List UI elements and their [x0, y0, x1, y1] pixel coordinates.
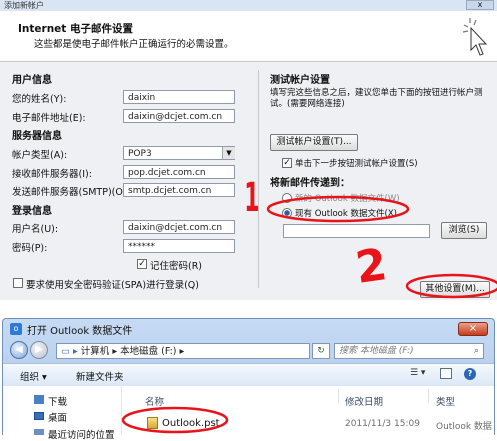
refresh-button[interactable]: ↻	[312, 343, 330, 359]
close-icon: ×	[468, 323, 478, 334]
column-date[interactable]: 修改日期	[345, 394, 383, 408]
recent-places-icon	[34, 429, 44, 435]
forward-button[interactable]: ▶	[30, 341, 48, 359]
back-button[interactable]: ◀	[10, 341, 28, 359]
view-options-icon[interactable]: ☰ ▾	[410, 368, 425, 378]
column-divider-1	[338, 389, 339, 403]
file-dialog-title: 打开 Outlook 数据文件	[27, 326, 133, 337]
annotation-ellipses	[266, 195, 497, 299]
search-input[interactable]: 搜索 本地磁盘 (F:) ⌕	[334, 343, 484, 359]
file-type: Outlook 数据	[436, 422, 492, 432]
help-icon[interactable]: ?	[464, 368, 476, 380]
forward-arrow-icon: ▶	[35, 344, 43, 355]
sidebar-item-downloads[interactable]: 下载	[48, 394, 67, 408]
column-type[interactable]: 类型	[436, 394, 455, 408]
computer-icon: ▭ ▸	[61, 346, 81, 357]
file-highlight-ellipse	[121, 406, 229, 434]
breadcrumb-computer[interactable]: 计算机	[81, 346, 110, 357]
column-divider-2	[428, 389, 429, 403]
outlook-icon: o	[10, 323, 22, 335]
sidebar-item-desktop[interactable]: 桌面	[48, 410, 67, 424]
desktop-icon	[34, 412, 44, 420]
refresh-icon: ↻	[317, 346, 325, 356]
search-icon: ⌕	[473, 346, 479, 356]
downloads-icon	[34, 395, 44, 404]
new-folder-button[interactable]: 新建文件夹	[76, 369, 124, 383]
preview-pane-icon[interactable]	[440, 368, 452, 379]
organize-menu[interactable]: 组织 ▾	[20, 369, 47, 383]
breadcrumb-drive[interactable]: 本地磁盘 (F:)	[120, 346, 176, 357]
back-arrow-icon: ◀	[15, 344, 23, 355]
dialog-gap	[0, 300, 497, 318]
address-bar[interactable]: ▭ ▸ 计算机 ▸ 本地磁盘 (F:) ▸	[56, 343, 310, 359]
sidebar-item-recent[interactable]: 最近访问的位置	[48, 427, 115, 441]
file-date: 2011/11/3 15:09	[345, 419, 420, 429]
dialog-close-button[interactable]: ×	[458, 322, 488, 336]
